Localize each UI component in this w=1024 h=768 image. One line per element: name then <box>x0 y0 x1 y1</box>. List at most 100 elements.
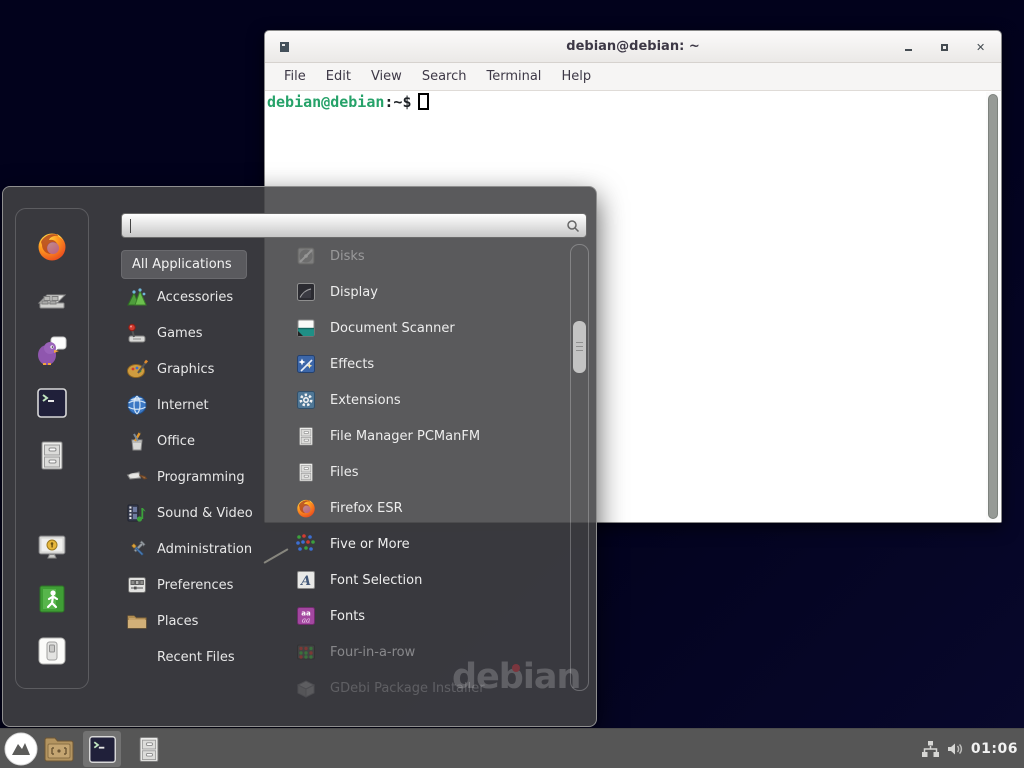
app-display[interactable]: Display <box>285 274 569 310</box>
file-cabinet-icon <box>295 425 317 447</box>
terminal-window-icon <box>280 42 289 52</box>
app-four-in-a-row[interactable]: Four-in-a-row <box>285 634 569 670</box>
prompt-path: :~$ <box>384 93 411 111</box>
prompt-user-host: debian@debian <box>267 93 384 111</box>
category-games[interactable]: Games <box>121 315 281 351</box>
games-icon <box>126 322 148 344</box>
category-all-applications[interactable]: All Applications <box>121 250 247 279</box>
favorites-column <box>15 208 89 689</box>
firefox-icon <box>35 229 69 263</box>
favorite-logout[interactable] <box>35 582 69 616</box>
minimize-icon <box>905 49 912 51</box>
extensions-icon <box>295 389 317 411</box>
volume-icon[interactable] <box>946 740 965 758</box>
category-recent-files[interactable]: Recent Files <box>121 639 281 675</box>
svg-text:aa: aa <box>302 617 310 625</box>
app-gdebi-package-installer[interactable]: GDebi Package Installer <box>285 670 569 706</box>
app-fonts[interactable]: aaaa Fonts <box>285 598 569 634</box>
favorite-pidgin[interactable] <box>35 334 69 368</box>
disks-icon <box>295 245 317 267</box>
category-administration[interactable]: Administration <box>121 531 281 567</box>
maximize-button[interactable] <box>940 43 949 52</box>
administration-icon <box>126 538 148 560</box>
sound-video-icon <box>126 502 148 524</box>
document-scanner-icon <box>295 317 317 339</box>
package-manager-icon <box>35 281 69 315</box>
app-disks[interactable]: Disks <box>285 238 569 274</box>
five-or-more-icon <box>295 533 317 555</box>
pidgin-icon <box>35 334 69 368</box>
file-cabinet-icon <box>295 461 317 483</box>
accessories-icon <box>126 286 148 308</box>
app-effects[interactable]: Effects <box>285 346 569 382</box>
menu-button-icon <box>4 732 38 766</box>
four-in-a-row-icon <box>295 641 317 663</box>
network-icon[interactable] <box>921 740 940 758</box>
taskbar-files-button[interactable] <box>130 731 168 767</box>
file-cabinet-icon <box>35 438 69 472</box>
category-accessories[interactable]: Accessories <box>121 279 281 315</box>
favorite-lock-screen[interactable] <box>35 530 69 564</box>
terminal-titlebar[interactable]: debian@debian: ~ ✕ <box>265 31 1001 63</box>
menu-file[interactable]: File <box>274 65 316 88</box>
menu-search-field <box>121 213 587 238</box>
shutdown-icon <box>35 634 69 668</box>
search-caret <box>130 219 131 233</box>
category-sound-video[interactable]: Sound & Video <box>121 495 281 531</box>
favorite-terminal[interactable] <box>35 386 69 420</box>
close-button[interactable]: ✕ <box>976 43 985 52</box>
app-extensions[interactable]: Extensions <box>285 382 569 418</box>
graphics-icon <box>126 358 148 380</box>
app-file-manager-pcmanfm[interactable]: File Manager PCManFM <box>285 418 569 454</box>
terminal-menubar: File Edit View Search Terminal Help <box>265 63 1001 91</box>
lock-screen-icon <box>35 530 69 564</box>
menu-scrollbar-thumb[interactable] <box>573 321 586 373</box>
category-internet[interactable]: Internet <box>121 387 281 423</box>
preferences-icon <box>126 574 148 596</box>
menu-help[interactable]: Help <box>551 65 601 88</box>
favorite-file-manager[interactable] <box>35 438 69 472</box>
app-font-selection[interactable]: A Font Selection <box>285 562 569 598</box>
favorite-firefox[interactable] <box>35 229 69 263</box>
app-document-scanner[interactable]: Document Scanner <box>285 310 569 346</box>
programming-icon <box>126 466 148 488</box>
menu-view[interactable]: View <box>361 65 412 88</box>
menu-edit[interactable]: Edit <box>316 65 361 88</box>
taskbar-terminal-button[interactable] <box>83 731 121 767</box>
terminal-scrollbar-thumb[interactable] <box>988 94 998 519</box>
taskbar-menu-button[interactable] <box>2 731 40 767</box>
search-input[interactable] <box>129 217 559 234</box>
app-firefox-esr[interactable]: Firefox ESR <box>285 490 569 526</box>
system-tray: 01:06 <box>921 729 1018 768</box>
logout-icon <box>35 582 69 616</box>
terminal-icon <box>87 734 118 765</box>
effects-icon <box>295 353 317 375</box>
app-five-or-more[interactable]: Five or More <box>285 526 569 562</box>
desktop: debian@debian: ~ ✕ File Edit View Search… <box>0 0 1024 768</box>
app-files[interactable]: Files <box>285 454 569 490</box>
category-preferences[interactable]: Preferences <box>121 567 281 603</box>
display-icon <box>295 281 317 303</box>
category-places[interactable]: Places <box>121 603 281 639</box>
firefox-icon <box>295 497 317 519</box>
categories-column: All Applications Accessories Games Graph… <box>121 250 281 675</box>
terminal-scrollbar[interactable] <box>986 92 1000 521</box>
menu-search[interactable]: Search <box>412 65 477 88</box>
taskbar-file-manager-button[interactable] <box>40 731 78 767</box>
debian-watermark-dot <box>512 664 520 672</box>
category-graphics[interactable]: Graphics <box>121 351 281 387</box>
svg-text:A: A <box>299 574 311 589</box>
favorite-shutdown[interactable] <box>35 634 69 668</box>
category-office[interactable]: Office <box>121 423 281 459</box>
search-icon <box>566 219 580 233</box>
menu-terminal[interactable]: Terminal <box>476 65 551 88</box>
menu-scrollbar-track[interactable] <box>570 244 589 691</box>
terminal-title: debian@debian: ~ <box>566 39 699 54</box>
category-programming[interactable]: Programming <box>121 459 281 495</box>
gdebi-icon <box>295 677 317 699</box>
taskbar: 01:06 <box>0 728 1024 768</box>
minimize-button[interactable] <box>904 43 913 52</box>
internet-icon <box>126 394 148 416</box>
favorite-package-manager[interactable] <box>35 281 69 315</box>
taskbar-clock[interactable]: 01:06 <box>971 741 1018 757</box>
